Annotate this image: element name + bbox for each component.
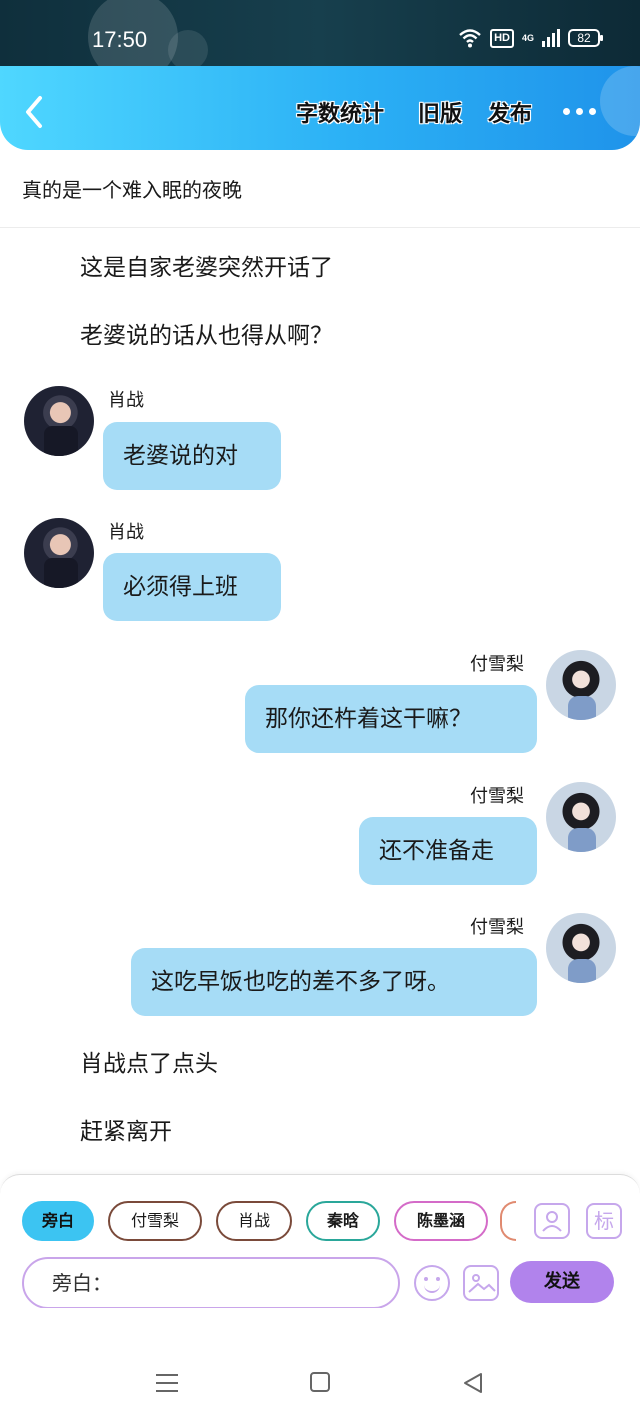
- home-icon[interactable]: [310, 1372, 330, 1392]
- chat-bubble[interactable]: 这吃早饭也吃的差不多了呀。: [131, 948, 537, 1016]
- role-chip-fu-xueli[interactable]: 付雪梨: [108, 1201, 202, 1241]
- image-icon[interactable]: [463, 1265, 499, 1301]
- smiley-icon[interactable]: [414, 1265, 450, 1301]
- avatar[interactable]: [546, 782, 616, 852]
- role-chip-chen-mohan[interactable]: 陈墨涵: [394, 1201, 488, 1241]
- avatar[interactable]: [24, 518, 94, 588]
- header-glow: [600, 66, 640, 136]
- narration-line[interactable]: 老婆说的话从也得从啊？: [80, 316, 333, 350]
- role-chip-partial[interactable]: [500, 1201, 516, 1241]
- chat-bubble[interactable]: 那你还杵着这干嘛？: [245, 685, 537, 753]
- avatar[interactable]: [546, 650, 616, 720]
- speaker-name: 付雪梨: [470, 654, 524, 675]
- message-input[interactable]: 旁白：: [22, 1257, 400, 1309]
- app-header: 字数统计 旧版 发布: [0, 66, 640, 150]
- signal-icon: [542, 29, 560, 47]
- composer-panel: 旁白 付雪梨 肖战 秦晗 陈墨涵 标 旁白： 发送: [0, 1174, 640, 1309]
- role-chip-qin-han[interactable]: 秦晗: [306, 1201, 380, 1241]
- avatar[interactable]: [546, 913, 616, 983]
- send-button[interactable]: 发送: [510, 1261, 614, 1303]
- role-chip-narrator[interactable]: 旁白: [22, 1201, 94, 1241]
- status-bar: 17:50 HD 4G 82: [0, 0, 640, 66]
- chat-bubble[interactable]: 必须得上班: [103, 553, 281, 621]
- role-chip-xiao-zhan[interactable]: 肖战: [216, 1201, 292, 1241]
- chat-bubble[interactable]: 老婆说的对: [103, 422, 281, 490]
- chapter-title-bar[interactable]: 真的是一个难入眠的夜晚: [0, 150, 640, 228]
- old-version-button[interactable]: 旧版: [418, 96, 462, 128]
- narration-line[interactable]: 赶紧离开: [80, 1112, 172, 1146]
- word-count-button[interactable]: 字数统计: [296, 96, 384, 128]
- person-card-icon[interactable]: [534, 1203, 570, 1239]
- status-bar-glow-small: [168, 30, 208, 66]
- speaker-name: 肖战: [108, 390, 144, 411]
- more-dots-icon[interactable]: [563, 108, 596, 115]
- speaker-name: 付雪梨: [470, 917, 524, 938]
- status-icons: HD 4G 82: [458, 28, 603, 48]
- chapter-title: 真的是一个难入眠的夜晚: [22, 178, 242, 202]
- narration-line[interactable]: 这是自家老婆突然开话了: [80, 248, 333, 282]
- chevron-left-icon[interactable]: [20, 94, 48, 130]
- tag-icon[interactable]: 标: [586, 1203, 622, 1239]
- speaker-name: 付雪梨: [470, 786, 524, 807]
- battery-icon: 82: [568, 29, 603, 47]
- speaker-name: 肖战: [108, 522, 144, 543]
- back-triangle-icon[interactable]: [462, 1372, 484, 1394]
- hd-badge: HD: [490, 28, 514, 48]
- system-nav-bar: [0, 1308, 640, 1422]
- avatar[interactable]: [24, 386, 94, 456]
- chat-bubble[interactable]: 还不准备走: [359, 817, 537, 885]
- status-time: 17:50: [92, 27, 148, 52]
- network-type-label: 4G: [521, 33, 534, 43]
- publish-button[interactable]: 发布: [488, 96, 532, 128]
- menu-icon[interactable]: [156, 1374, 178, 1392]
- narration-line[interactable]: 肖战点了点头: [80, 1044, 218, 1078]
- wifi-icon: [459, 29, 481, 48]
